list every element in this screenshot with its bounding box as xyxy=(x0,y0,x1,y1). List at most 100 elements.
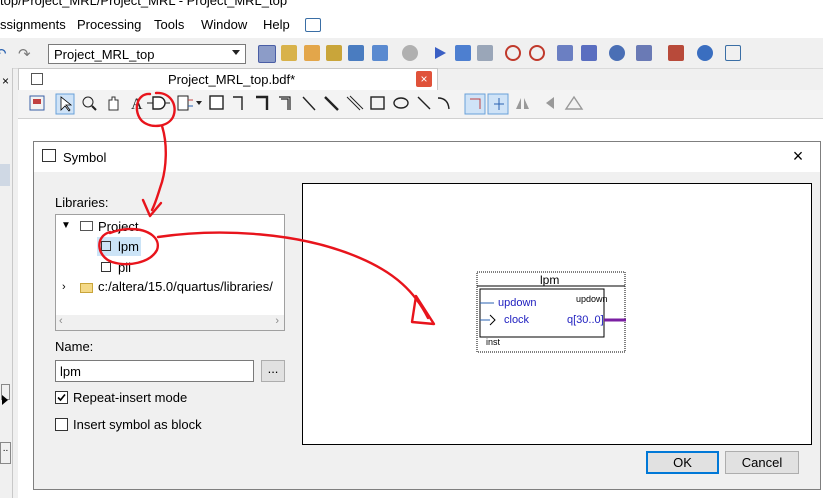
start-compilation-icon[interactable] xyxy=(432,45,448,61)
scroll-left-icon[interactable]: ‹ xyxy=(59,315,63,327)
hand-icon[interactable] xyxy=(636,45,652,61)
menu-tools[interactable]: Tools xyxy=(154,17,184,32)
scroll-right-icon[interactable]: › xyxy=(275,315,279,327)
collapse-chevron-icon[interactable]: › xyxy=(62,281,66,293)
menu-assignments[interactable]: ssignments xyxy=(0,17,66,32)
netlist-icon[interactable] xyxy=(668,45,684,61)
tree-item-pll[interactable]: pll xyxy=(118,260,131,275)
flip-horizontal-icon[interactable] xyxy=(516,98,529,109)
dialog-title: Symbol xyxy=(63,150,107,165)
document-tab-title: Project_MRL_top.bdf* xyxy=(168,72,296,87)
rubberbanding-icon[interactable] xyxy=(487,93,509,115)
partial-line-select-icon[interactable] xyxy=(464,93,486,115)
window-title: top/Project_MRL/Project_MRL - Project_MR… xyxy=(0,0,288,8)
bdf-file-icon xyxy=(31,73,43,85)
menu-window[interactable]: Window xyxy=(201,17,247,32)
compile-design-icon[interactable] xyxy=(258,45,276,63)
port-updown-out: updown xyxy=(576,294,608,304)
port-q: q[30..0] xyxy=(567,314,604,326)
name-input-value: lpm xyxy=(60,364,81,379)
fitter-icon[interactable] xyxy=(477,45,493,61)
folder-icon xyxy=(80,221,93,231)
whats-this-icon[interactable] xyxy=(305,18,321,32)
timing-analyzer-icon[interactable] xyxy=(505,45,521,61)
diagonal-node-icon[interactable] xyxy=(302,96,316,111)
menu-bar: ssignments Processing Tools Window Help xyxy=(0,11,823,38)
timing-icon[interactable] xyxy=(529,45,545,61)
libraries-label: Libraries: xyxy=(55,195,109,210)
repeat-insert-checkbox[interactable] xyxy=(55,391,68,404)
chevron-down-icon xyxy=(232,50,240,55)
line-tool-icon[interactable] xyxy=(417,96,431,110)
analysis-icon[interactable] xyxy=(326,45,342,61)
symbol-file-icon xyxy=(101,262,111,272)
expand-chevron-icon[interactable]: ▼ xyxy=(61,220,71,231)
settings-wand-icon[interactable] xyxy=(281,45,297,61)
close-tab-icon[interactable]: × xyxy=(416,71,432,87)
tree-quartus-libraries[interactable]: c:/altera/15.0/quartus/libraries/ xyxy=(98,279,273,294)
rotate-icon[interactable] xyxy=(564,95,584,110)
window-title-bar: top/Project_MRL/Project_MRL - Project_MR… xyxy=(0,0,823,11)
tree-item-lpm[interactable]: lpm xyxy=(118,239,139,254)
rectangle-tool-icon[interactable] xyxy=(370,96,385,110)
tree-horizontal-scrollbar[interactable]: ‹ › xyxy=(56,315,284,330)
browse-button[interactable]: ... xyxy=(261,360,285,382)
name-input[interactable]: lpm xyxy=(55,360,254,382)
symbol-tool-icon[interactable] xyxy=(147,96,170,110)
orthogonal-bus-icon[interactable] xyxy=(256,95,269,110)
redo-icon[interactable]: ↷ xyxy=(18,45,34,63)
pencil-icon[interactable] xyxy=(304,45,320,61)
oval-tool-icon[interactable] xyxy=(393,97,409,109)
stop-icon[interactable] xyxy=(402,45,418,61)
orthogonal-conduit-icon[interactable] xyxy=(279,96,291,110)
dialog-title-bar xyxy=(34,142,820,172)
port-clock: clock xyxy=(504,314,530,326)
help-icon[interactable] xyxy=(697,45,713,61)
repeat-insert-label: Repeat-insert mode xyxy=(73,390,188,405)
project-select-value: Project_MRL_top xyxy=(54,47,155,62)
tree-project-node[interactable]: Project xyxy=(98,219,138,234)
programmer-icon[interactable] xyxy=(609,45,625,61)
ok-button[interactable]: OK xyxy=(646,451,719,474)
synthesis-icon[interactable] xyxy=(372,45,388,61)
check-icon[interactable] xyxy=(348,45,364,61)
panel-close-icon[interactable]: × xyxy=(2,74,9,88)
project-select[interactable]: Project_MRL_top xyxy=(48,44,246,64)
whats-this-toolbar-icon[interactable] xyxy=(725,45,741,61)
cancel-button[interactable]: Cancel xyxy=(725,451,799,474)
menu-help[interactable]: Help xyxy=(263,17,290,32)
scroll-right-icon[interactable] xyxy=(1,390,10,410)
svg-text:A: A xyxy=(131,96,143,113)
dialog-close-icon[interactable]: × xyxy=(788,147,808,167)
rtl-viewer-icon[interactable] xyxy=(557,45,573,61)
orthogonal-node-icon[interactable] xyxy=(233,96,243,110)
undo-icon[interactable]: ↶ xyxy=(0,45,10,63)
flip-vertical-icon[interactable] xyxy=(546,97,554,109)
panel-more-button[interactable]: .. xyxy=(0,442,11,464)
dialog-app-icon xyxy=(42,149,56,162)
selection-tool-icon[interactable] xyxy=(55,93,75,115)
pin-tool-icon[interactable] xyxy=(177,95,202,111)
insert-as-block-checkbox[interactable] xyxy=(55,418,68,431)
hand-tool-icon[interactable] xyxy=(108,96,119,111)
left-panel-strip: × .. xyxy=(0,68,13,498)
zoom-tool-icon[interactable] xyxy=(82,96,97,111)
chip-planner-icon[interactable] xyxy=(581,45,597,61)
panel-selected-row xyxy=(0,164,10,186)
detach-window-icon[interactable] xyxy=(29,95,45,111)
folder-icon xyxy=(80,283,93,293)
port-updown-in: updown xyxy=(498,297,537,309)
diagonal-bus-icon[interactable] xyxy=(324,96,339,111)
diagonal-conduit-icon[interactable] xyxy=(346,95,364,111)
insert-as-block-label: Insert symbol as block xyxy=(73,417,202,432)
instance-name: inst xyxy=(486,337,501,347)
analysis-synthesis-icon[interactable] xyxy=(455,45,471,61)
arc-tool-icon[interactable] xyxy=(437,97,450,110)
text-tool-icon[interactable]: A xyxy=(131,96,143,113)
block-tool-icon[interactable] xyxy=(209,95,224,110)
block-editor-toolbar: A xyxy=(18,90,823,119)
library-tree[interactable]: ▼ Project lpm pll › c:/altera/15.0/quart… xyxy=(55,214,285,331)
symbol-name: lpm xyxy=(540,273,560,287)
menu-processing[interactable]: Processing xyxy=(77,17,141,32)
name-label: Name: xyxy=(55,339,94,354)
